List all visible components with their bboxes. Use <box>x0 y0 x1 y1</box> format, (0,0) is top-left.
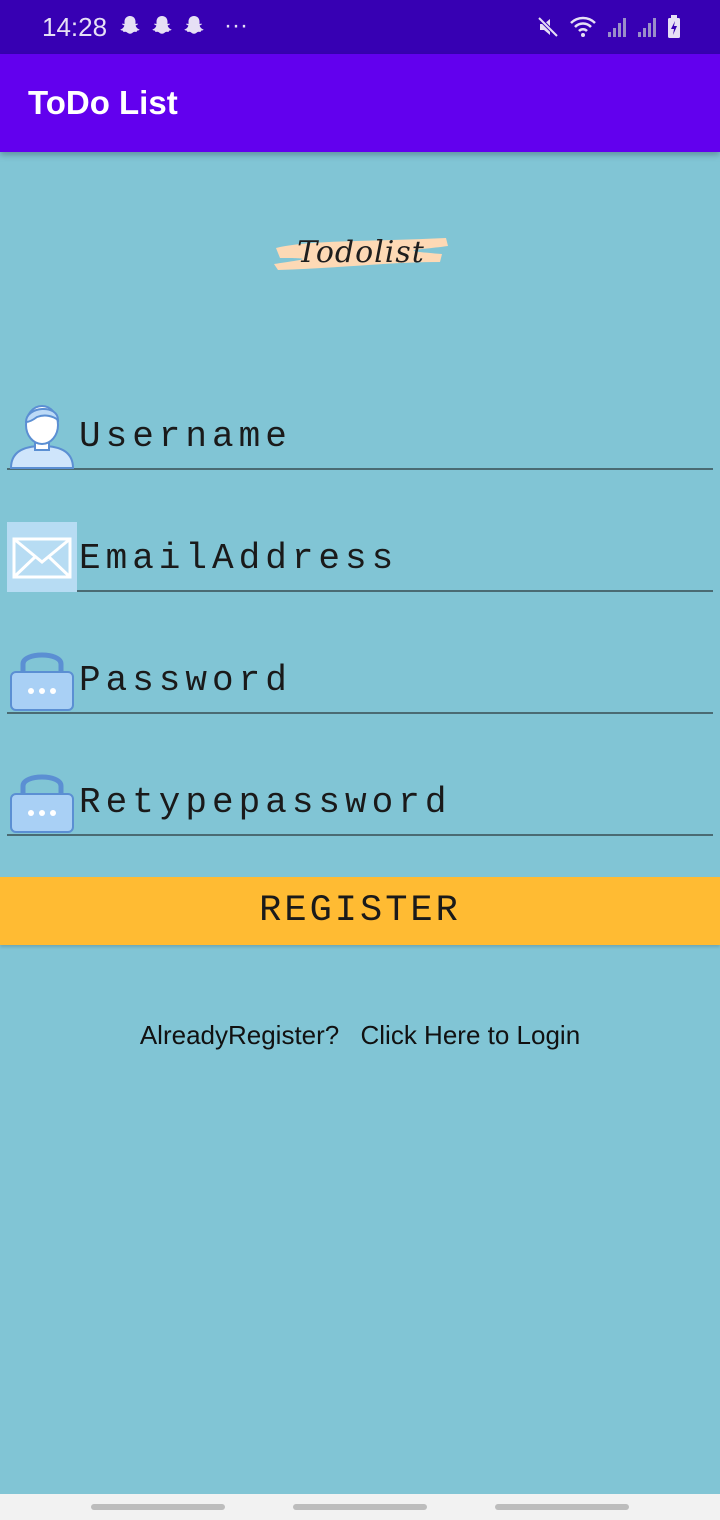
notification-icons: ··· <box>118 14 248 38</box>
password-input[interactable] <box>79 652 699 708</box>
lock-icon <box>10 652 74 711</box>
wifi-icon <box>570 16 596 37</box>
status-time: 14:28 <box>42 12 108 42</box>
username-input[interactable] <box>79 408 699 464</box>
nav-recents-button[interactable] <box>91 1504 225 1510</box>
signal-icon <box>608 18 626 37</box>
logo-text: Todolist <box>297 235 425 270</box>
system-icons <box>536 14 682 40</box>
login-link[interactable]: Click Here to Login <box>361 1020 581 1050</box>
user-icon <box>9 405 75 469</box>
username-field <box>7 400 713 470</box>
login-prompt-row: AlreadyRegister? Click Here to Login <box>0 1020 720 1051</box>
email-input[interactable] <box>79 530 699 586</box>
signal-icon <box>638 18 656 37</box>
envelope-icon <box>7 522 77 592</box>
register-button[interactable]: REGISTER <box>0 877 720 945</box>
app-title: ToDo List <box>28 84 178 121</box>
app-bar: ToDo List <box>0 54 720 152</box>
password-field <box>7 644 713 714</box>
more-notifications-indicator: ··· <box>224 12 248 39</box>
status-bar: 14:28 ··· <box>0 0 720 54</box>
nav-back-button[interactable] <box>495 1504 629 1510</box>
retype-password-input[interactable] <box>79 774 699 830</box>
battery-charging-icon <box>668 15 680 38</box>
lock-icon <box>10 774 74 833</box>
snapchat-icon <box>152 16 172 34</box>
retype-password-field <box>7 766 713 836</box>
snapchat-icon <box>184 16 204 34</box>
todolist-logo: Todolist <box>270 228 452 282</box>
snapchat-icon <box>120 16 140 34</box>
mute-icon <box>537 16 559 38</box>
nav-home-button[interactable] <box>293 1504 427 1510</box>
email-field <box>7 522 713 592</box>
navigation-bar <box>0 1494 720 1520</box>
already-registered-text: AlreadyRegister? <box>139 1020 340 1050</box>
